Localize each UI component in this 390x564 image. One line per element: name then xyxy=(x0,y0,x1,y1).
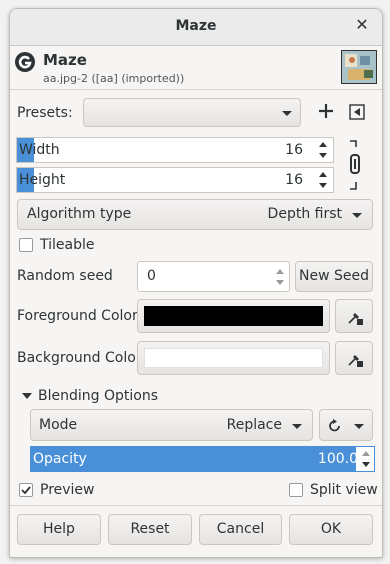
algorithm-type-combo[interactable]: Algorithm type Depth first xyxy=(17,199,373,230)
presets-label: Presets: xyxy=(17,105,73,121)
up-arrow-icon[interactable] xyxy=(319,172,327,177)
preview-checkbox[interactable] xyxy=(19,483,33,497)
down-arrow-icon[interactable] xyxy=(319,153,327,158)
down-arrow-icon[interactable] xyxy=(319,183,327,188)
maze-dialog: Maze ✕ Maze aa.jpg-2 ([aa] (imported)) P… xyxy=(9,8,383,558)
presets-combo[interactable] xyxy=(83,98,301,127)
down-arrow-icon[interactable] xyxy=(276,280,284,285)
title-bar: Maze ✕ xyxy=(10,9,382,46)
chevron-down-icon xyxy=(282,111,292,116)
width-stepper[interactable] xyxy=(317,138,331,162)
new-seed-button[interactable]: New Seed xyxy=(295,261,373,292)
width-label: Width xyxy=(19,142,60,158)
composite-mode-button[interactable] xyxy=(319,409,373,441)
height-value: 16 xyxy=(285,172,303,188)
tileable-label: Tileable xyxy=(40,237,95,253)
footer-separator xyxy=(10,505,382,506)
up-arrow-icon[interactable] xyxy=(362,451,370,456)
add-preset-icon[interactable] xyxy=(317,102,335,120)
random-seed-stepper[interactable] xyxy=(274,265,288,289)
reset-arrow-icon xyxy=(329,419,340,432)
preview-label: Preview xyxy=(40,482,95,498)
help-button[interactable]: Help xyxy=(17,514,101,545)
random-seed-label: Random seed xyxy=(17,268,113,284)
background-color-button[interactable] xyxy=(137,341,330,375)
background-color-label: Background Color xyxy=(17,350,142,366)
ok-button[interactable]: OK xyxy=(289,514,373,545)
chevron-down-icon xyxy=(354,424,364,429)
color-picker-icon xyxy=(348,355,363,367)
cancel-label: Cancel xyxy=(216,521,265,537)
background-color-picker-button[interactable] xyxy=(335,341,373,375)
blending-options-label[interactable]: Blending Options xyxy=(38,388,158,404)
up-arrow-icon[interactable] xyxy=(276,269,284,274)
presets-menu-icon[interactable] xyxy=(349,104,365,120)
random-seed-value: 0 xyxy=(147,268,156,284)
cancel-button[interactable]: Cancel xyxy=(199,514,282,545)
width-value: 16 xyxy=(285,142,303,158)
filter-header: Maze aa.jpg-2 ([aa] (imported)) xyxy=(10,46,382,88)
opacity-spin[interactable]: Opacity 100.0 xyxy=(30,446,375,472)
foreground-color-button[interactable] xyxy=(137,299,330,333)
mode-combo[interactable]: Mode Replace xyxy=(30,409,313,441)
tileable-checkbox[interactable] xyxy=(19,238,33,252)
height-label: Height xyxy=(19,172,66,188)
background-color-swatch xyxy=(144,348,323,368)
height-spin[interactable]: Height 16 xyxy=(16,167,334,193)
help-label: Help xyxy=(43,521,75,537)
new-seed-label: New Seed xyxy=(299,268,369,284)
algorithm-value: Depth first xyxy=(267,206,342,222)
color-picker-icon xyxy=(348,313,363,325)
algorithm-label: Algorithm type xyxy=(27,206,132,222)
reset-label: Reset xyxy=(130,521,170,537)
header-separator xyxy=(10,89,382,90)
height-stepper[interactable] xyxy=(317,168,331,192)
chain-link-icon[interactable] xyxy=(346,139,364,191)
width-spin[interactable]: Width 16 xyxy=(16,137,334,163)
mode-value: Replace xyxy=(226,417,282,433)
image-thumbnail xyxy=(341,50,377,84)
close-icon[interactable]: ✕ xyxy=(354,17,370,33)
opacity-value: 100.0 xyxy=(317,451,358,467)
foreground-color-picker-button[interactable] xyxy=(335,299,373,333)
filter-name: Maze xyxy=(43,51,87,69)
mode-label: Mode xyxy=(39,417,78,433)
checkmark-icon xyxy=(21,486,31,495)
foreground-color-swatch xyxy=(144,306,323,326)
split-view-checkbox[interactable] xyxy=(289,483,303,497)
window-title: Maze xyxy=(175,18,217,34)
gegl-logo-icon xyxy=(15,52,35,72)
random-seed-input[interactable]: 0 xyxy=(137,261,290,292)
down-arrow-icon[interactable] xyxy=(362,462,370,467)
ok-label: OK xyxy=(320,521,342,537)
foreground-color-label: Foreground Color xyxy=(17,308,138,324)
split-view-label: Split view xyxy=(310,482,378,498)
image-subtitle: aa.jpg-2 ([aa] (imported)) xyxy=(43,72,185,85)
expander-arrow-icon[interactable] xyxy=(22,393,32,399)
chevron-down-icon xyxy=(352,213,362,218)
chevron-down-icon xyxy=(292,424,302,429)
reset-button[interactable]: Reset xyxy=(108,514,192,545)
opacity-stepper[interactable] xyxy=(360,447,374,471)
opacity-label: Opacity xyxy=(33,451,87,467)
up-arrow-icon[interactable] xyxy=(319,142,327,147)
